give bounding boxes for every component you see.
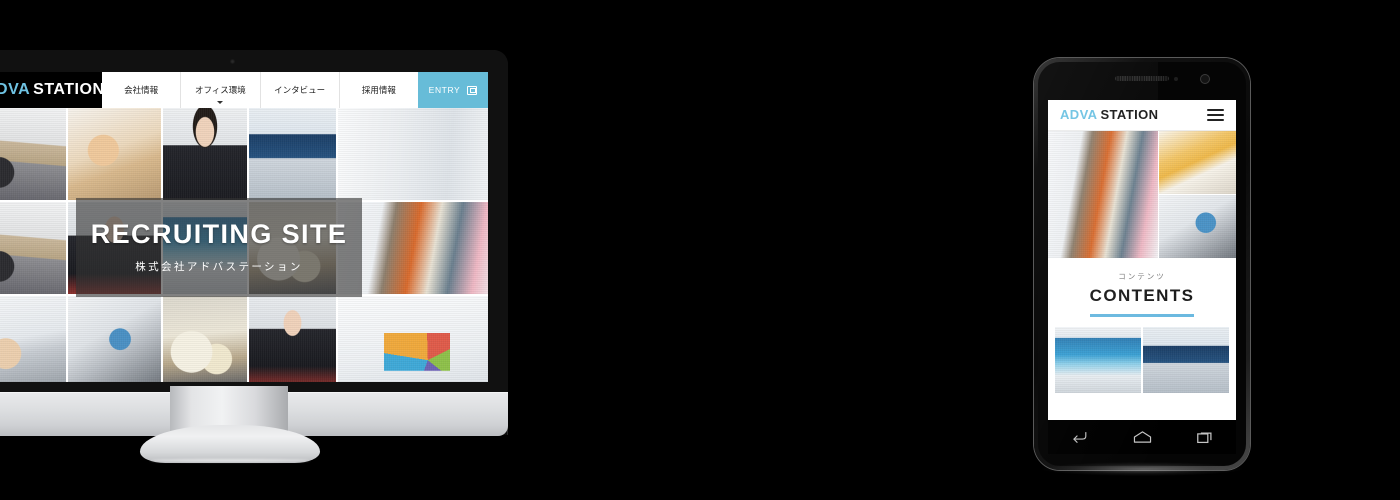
- imac-desktop-mockup: ADVA STATION 会社情報 オフィス環境 インタビュー 採用: [0, 50, 508, 436]
- nav-item-recruit[interactable]: 採用情報: [338, 72, 418, 108]
- hero-tile-smartphone-hand: [68, 296, 161, 382]
- nav-label: インタビュー: [274, 85, 326, 95]
- external-link-icon: [467, 85, 478, 95]
- hero-tile-man-with-notebook: [249, 296, 336, 382]
- hero-title-overlay: RECRUITING SITE 株式会社アドバステーション: [76, 198, 362, 297]
- earpiece-speaker-icon: [1115, 76, 1169, 81]
- mobile-site-header: ADVA STATION: [1048, 100, 1236, 131]
- hero-title: RECRUITING SITE: [90, 219, 348, 249]
- proximity-sensor-icon: [1174, 77, 1178, 81]
- mobile-content-cards: [1048, 327, 1236, 393]
- desktop-logo[interactable]: ADVA STATION: [0, 72, 105, 108]
- hero-tile-round-table-meeting: [163, 296, 247, 382]
- desktop-website-viewport: ADVA STATION 会社情報 オフィス環境 インタビュー 採用: [0, 72, 488, 382]
- content-card-blue-office[interactable]: [1055, 327, 1141, 393]
- nav-item-company[interactable]: 会社情報: [102, 72, 180, 108]
- android-phone-mockup: ADVA STATION コンテンツ CONTENTS: [1034, 58, 1250, 470]
- nav-item-interview[interactable]: インタビュー: [259, 72, 339, 108]
- mobile-logo[interactable]: ADVA STATION: [1060, 106, 1158, 124]
- mobile-hero-tile-tablet-hand: [1159, 195, 1236, 258]
- mobile-hero-tile-documents-desk: [1159, 131, 1236, 194]
- scene-root: ADVA STATION 会社情報 オフィス環境 インタビュー 採用: [0, 0, 1400, 500]
- desktop-hero-mosaic: RECRUITING SITE 株式会社アドバステーション: [0, 108, 488, 382]
- hamburger-menu-icon[interactable]: [1207, 108, 1224, 122]
- entry-button[interactable]: ENTRY: [418, 72, 488, 108]
- nav-label: 採用情報: [361, 85, 396, 95]
- desktop-site-header: ADVA STATION 会社情報 オフィス環境 インタビュー 採用: [0, 72, 488, 108]
- contents-underline: [1090, 314, 1194, 317]
- nav-label: オフィス環境: [194, 85, 246, 95]
- nav-label: 会社情報: [124, 85, 159, 95]
- android-recents-icon[interactable]: [1196, 430, 1214, 444]
- desktop-main-nav: 会社情報 オフィス環境 インタビュー 採用情報: [102, 72, 418, 108]
- hero-tile-meeting-room: [0, 108, 66, 200]
- mobile-contents-section: コンテンツ CONTENTS: [1048, 258, 1236, 327]
- content-card-monitor-chart[interactable]: [1143, 327, 1229, 393]
- entry-label: ENTRY: [428, 85, 461, 95]
- front-camera-icon: [1200, 74, 1210, 84]
- webcam-icon: [230, 59, 235, 64]
- logo-secondary: STATION: [1100, 107, 1159, 122]
- chevron-down-icon: [217, 101, 224, 104]
- phone-website-viewport: ADVA STATION コンテンツ CONTENTS: [1048, 100, 1236, 420]
- hero-tile-person-writing: [68, 108, 161, 200]
- phone-reflection: [1042, 462, 1242, 476]
- contents-kicker: コンテンツ: [1118, 272, 1166, 281]
- logo-secondary: STATION: [33, 81, 105, 98]
- hero-tile-monitor-desk: [249, 108, 336, 200]
- android-home-icon[interactable]: [1133, 430, 1152, 444]
- android-back-icon[interactable]: [1071, 430, 1088, 444]
- hero-tile-pie-chart-report: [338, 296, 488, 382]
- contents-heading: CONTENTS: [1089, 286, 1195, 305]
- logo-primary: ADVA: [0, 81, 31, 98]
- hero-subtitle: 株式会社アドバステーション: [135, 261, 303, 273]
- nav-item-office[interactable]: オフィス環境: [180, 72, 259, 108]
- mobile-hero-mosaic: [1048, 131, 1236, 258]
- hero-tile-smiling-businessman: [163, 108, 247, 200]
- logo-primary: ADVA: [1060, 107, 1098, 122]
- android-navigation-bar: [1048, 420, 1236, 454]
- hero-tile-meeting-room-2: [0, 202, 66, 294]
- hero-tile-window-light: [338, 108, 488, 200]
- mobile-hero-tile-standing-team: [1048, 131, 1158, 258]
- hero-tile-laptop-keyboard: [0, 296, 66, 382]
